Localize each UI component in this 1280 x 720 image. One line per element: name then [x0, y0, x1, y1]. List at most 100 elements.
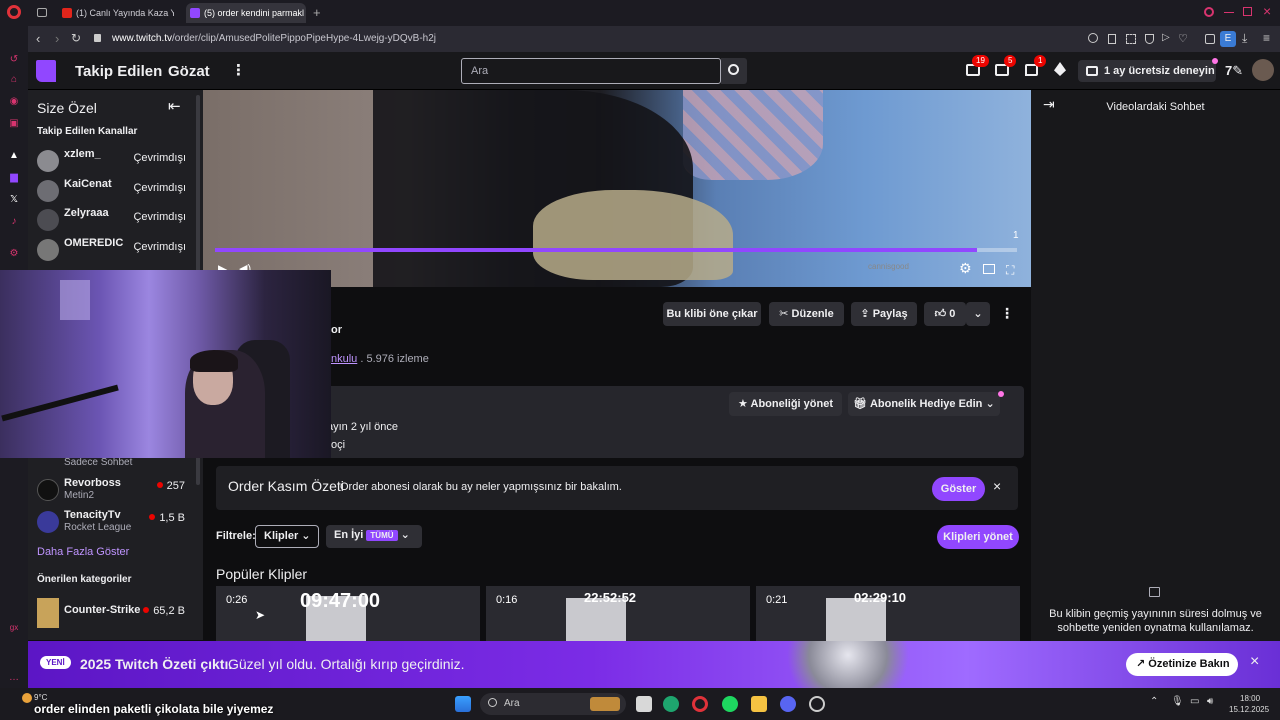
manage-subscription-button[interactable]: ★ Aboneliği yönet	[729, 392, 842, 416]
aria-icon[interactable]: ▲	[8, 150, 20, 162]
sidebar-item-kaicenat[interactable]: KaiCenat Çevrimdışı	[28, 178, 203, 206]
close-banner-icon[interactable]: ×	[1250, 653, 1259, 671]
sidebar-title: Size Özel	[37, 100, 97, 116]
twitch-logo-icon[interactable]	[36, 60, 56, 82]
show-more-link[interactable]: Daha Fazla Göster	[37, 546, 129, 558]
opera-logo-icon[interactable]	[7, 5, 21, 19]
opera-taskbar-icon[interactable]	[692, 696, 708, 712]
bag-icon[interactable]: ⌂	[8, 74, 20, 86]
search-input[interactable]: Ara	[461, 58, 721, 84]
like-button[interactable]: 👍︎ 0	[924, 302, 966, 326]
snapshot-icon[interactable]	[1126, 34, 1136, 44]
spotify-icon[interactable]	[722, 696, 738, 712]
manage-clips-button[interactable]: Klipleri yönet	[937, 525, 1019, 549]
video-frame-pillow	[683, 90, 823, 180]
clip-duration: 0:16	[496, 594, 518, 606]
history-icon[interactable]: ↺	[8, 54, 20, 66]
gift-subscription-button[interactable]: 🎁︎ Abonelik Hediye Edin ⌄	[848, 392, 1000, 416]
x-icon[interactable]: 𝕏	[8, 194, 20, 206]
notification-dot	[1212, 58, 1218, 64]
profile-avatar[interactable]: E	[1220, 31, 1236, 47]
game-icon[interactable]: gx	[8, 622, 20, 634]
twitch-sidebar-icon[interactable]: ▆	[8, 172, 20, 184]
edge-icon[interactable]	[663, 696, 679, 712]
search-button[interactable]	[721, 58, 747, 84]
extensions-icon[interactable]	[1205, 34, 1215, 44]
show-recap-button[interactable]: Göster	[932, 477, 985, 501]
nav-browse[interactable]: Gözat	[168, 63, 210, 80]
mic-icon[interactable]: 🎙︎	[1171, 696, 1184, 707]
share-button[interactable]: ⇪ Paylaş	[851, 302, 917, 326]
nav-following[interactable]: Takip Edilen	[75, 63, 162, 80]
zoom-icon[interactable]	[1088, 33, 1098, 43]
close-window-button[interactable]: ×	[1263, 3, 1271, 19]
settings-gear-icon[interactable]: ⚙	[959, 260, 972, 277]
app-icon[interactable]	[809, 696, 825, 712]
clock-date[interactable]: 15.12.2025	[1229, 705, 1269, 714]
sidebar-item-xzlem[interactable]: xzlem_ Çevrimdışı	[28, 148, 203, 176]
clip-card[interactable]: 0:16 22:52:52	[486, 586, 750, 642]
partial-game-label: Sadece Sohbet	[64, 457, 133, 468]
discord-icon[interactable]	[780, 696, 796, 712]
reload-icon[interactable]: ↻	[71, 31, 81, 45]
back-icon[interactable]: ‹	[36, 31, 40, 46]
sidebar-item-omeredic[interactable]: OMEREDIC Çevrimdışı	[28, 237, 203, 265]
free-trial-button[interactable]: 1 ay ücretsiz deneyin	[1078, 60, 1216, 82]
sidebar-item-counter-strike[interactable]: Counter-Strike 65,2 B	[28, 598, 203, 632]
search-tabs-icon[interactable]	[1204, 7, 1214, 17]
clock-time[interactable]: 18:00	[1240, 694, 1260, 703]
menu-icon[interactable]: ≡	[1263, 31, 1270, 45]
player-icon[interactable]: ▷	[1162, 32, 1170, 43]
sidebar-item-revorboss[interactable]: Revorboss Metin2 257	[28, 477, 203, 505]
heart-icon[interactable]: ♡	[1178, 32, 1188, 45]
task-view-icon[interactable]	[636, 696, 652, 712]
more-menu-icon[interactable]: ⋮	[231, 61, 246, 79]
taskbar-search[interactable]: Ara	[480, 693, 626, 715]
network-icon[interactable]: ▭	[1190, 696, 1199, 707]
video-player[interactable]: 1 ▶ ◀) cannisgood ⚙ ⛶	[203, 90, 1031, 287]
download-icon[interactable]: ⤓	[1242, 31, 1247, 46]
start-icon[interactable]	[455, 696, 471, 712]
shield-icon[interactable]	[1145, 34, 1154, 44]
share-icon: ⇪	[860, 308, 873, 320]
tab-live-accident[interactable]: (1) Canlı Yayında Kaza Ya	[58, 3, 174, 23]
url-field[interactable]: www.twitch.tv/order/clip/AmusedPolitePip…	[112, 33, 436, 44]
speaker-icon[interactable]: 🔊︎	[1207, 696, 1213, 707]
clips-filter-dropdown[interactable]: Klipler ⌄	[255, 525, 319, 548]
more-icon[interactable]: …	[8, 672, 20, 684]
video-progress-bar[interactable]	[215, 248, 1017, 252]
music-icon[interactable]: ♪	[8, 216, 20, 228]
category-boxart	[37, 598, 59, 628]
bits-icon[interactable]	[1054, 62, 1066, 76]
minimize-button[interactable]	[1224, 12, 1234, 13]
sidebar-item-tenacitytv[interactable]: TenacityTv Rocket League 1,5 B	[28, 509, 203, 537]
user-avatar[interactable]	[1252, 59, 1274, 81]
sort-filter-dropdown[interactable]: En İyi TÜMÜ ⌄	[326, 525, 422, 548]
edit-button[interactable]: ✂ Düzenle	[769, 302, 844, 326]
tab-overview-icon[interactable]	[37, 8, 47, 17]
theatre-mode-icon[interactable]	[983, 264, 995, 274]
new-tab-button[interactable]: +	[313, 5, 321, 20]
turbo-icon[interactable]: 7✎	[1225, 63, 1243, 79]
pin-icon[interactable]	[1108, 34, 1116, 44]
collapse-sidebar-icon[interactable]: ⇤	[168, 97, 181, 115]
fullscreen-icon[interactable]: ⛶	[1006, 263, 1014, 278]
settings-icon[interactable]: ⚙	[8, 248, 20, 260]
weather-icon[interactable]	[22, 693, 32, 703]
tab-order-clip[interactable]: (5) order kendini parmakl	[186, 3, 306, 23]
messenger-icon[interactable]: ◉	[8, 96, 20, 108]
news-icon[interactable]: ▣	[8, 118, 20, 130]
maximize-button[interactable]	[1243, 7, 1252, 16]
more-options-icon[interactable]: ⋮	[1000, 305, 1014, 322]
clip-card[interactable]: 0:21 02:29:10	[756, 586, 1020, 642]
forward-icon[interactable]: ›	[55, 31, 59, 46]
file-explorer-icon[interactable]	[751, 696, 767, 712]
tray-chevron-icon[interactable]: ⌃	[1150, 696, 1158, 707]
sidebar-item-zelyraaa[interactable]: Zelyraaa Çevrimdışı	[28, 207, 203, 235]
feature-clip-button[interactable]: Bu klibi öne çıkar	[663, 302, 761, 326]
like-dropdown-button[interactable]: ⌄	[966, 302, 990, 326]
thumbs-up-icon: 👍︎	[934, 308, 950, 320]
close-recap-icon[interactable]: ×	[993, 478, 1001, 494]
recap-view-button[interactable]: ↗ Özetinize Bakın	[1126, 653, 1238, 676]
channel-link[interactable]: nkulu	[331, 353, 357, 365]
